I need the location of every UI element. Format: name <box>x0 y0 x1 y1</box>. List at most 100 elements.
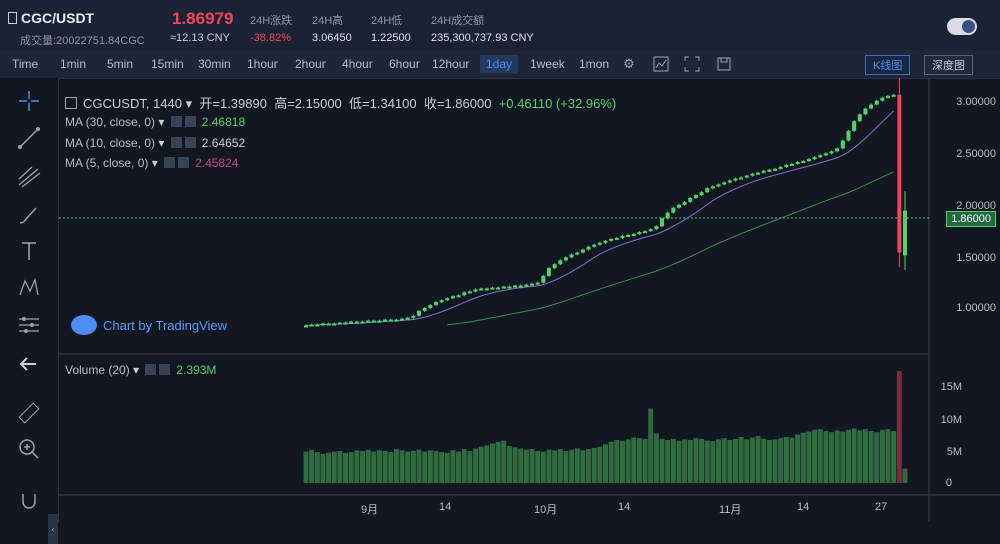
depth-button[interactable]: 深度图 <box>924 55 973 75</box>
interval-1hour[interactable]: 1hour <box>247 57 278 71</box>
volume-bar <box>653 433 659 483</box>
volume-bar <box>467 450 473 483</box>
volume-settings-icon[interactable] <box>145 364 157 375</box>
interval-15min[interactable]: 15min <box>151 57 184 71</box>
trendline-icon[interactable] <box>16 125 42 151</box>
volume-bar <box>862 429 868 483</box>
ma5-legend[interactable]: MA (5, close, 0) ▾ 2.45824 <box>65 156 238 170</box>
interval-1min[interactable]: 1min <box>60 57 86 71</box>
volume-bar <box>857 430 863 483</box>
volume-bar <box>376 450 382 483</box>
volume-bar <box>489 443 495 483</box>
candle-body <box>563 257 568 261</box>
volume-bar <box>388 452 394 483</box>
candle-body <box>433 302 438 306</box>
chart-area[interactable]: CGCUSDT, 1440 ▾ 开=1.39890 高=2.15000 低=1.… <box>59 78 1000 522</box>
save-icon[interactable] <box>716 56 732 72</box>
volume-bar <box>597 446 603 483</box>
volume-bar <box>461 449 467 483</box>
ma10-value: 2.64652 <box>201 136 246 150</box>
volume-bar <box>648 408 654 483</box>
interval-12hour[interactable]: 12hour <box>432 57 469 71</box>
interval-2hour[interactable]: 2hour <box>295 57 326 71</box>
interval-6hour[interactable]: 6hour <box>389 57 420 71</box>
interval-time[interactable]: Time <box>12 57 38 71</box>
candle-body <box>383 319 388 322</box>
back-arrow-icon[interactable] <box>16 351 42 377</box>
ma30-settings-icon[interactable] <box>170 116 182 127</box>
candle-body <box>710 186 715 189</box>
interval-1mon[interactable]: 1mon <box>579 57 609 71</box>
fullscreen-icon[interactable] <box>684 56 700 72</box>
volume-bar <box>896 371 902 483</box>
candle-body <box>852 121 857 131</box>
ma5-label: MA (5, close, 0) <box>65 156 149 170</box>
volume-legend[interactable]: Volume (20) ▾ 2.393M <box>65 363 216 377</box>
interval-1week[interactable]: 1week <box>530 57 565 71</box>
volume-bar <box>569 449 575 483</box>
interval-30min[interactable]: 30min <box>198 57 231 71</box>
symbol-label[interactable]: CGCUSDT <box>83 96 146 111</box>
ma30-remove-icon[interactable] <box>184 116 196 127</box>
ma10-settings-icon[interactable] <box>170 137 182 148</box>
candle-body <box>456 295 461 298</box>
candle-body <box>422 307 427 311</box>
volume-bar <box>840 431 846 483</box>
ruler-icon[interactable] <box>16 400 42 426</box>
tradingview-logo-icon <box>71 315 97 335</box>
interval-5min[interactable]: 5min <box>107 57 133 71</box>
candle-body <box>315 324 320 327</box>
pair-title[interactable]: CGC/USDT <box>8 10 94 26</box>
collapse-toolbar-button[interactable]: ‹ <box>48 514 58 544</box>
pattern-icon[interactable] <box>16 275 42 301</box>
candle-body <box>603 240 608 243</box>
ma30-path <box>447 171 894 326</box>
candle-body <box>880 97 885 101</box>
candle-body <box>654 226 659 230</box>
ma10-legend[interactable]: MA (10, close, 0) ▾ 2.64652 <box>65 136 245 150</box>
candle-body <box>445 298 450 301</box>
candle-body <box>818 155 823 158</box>
ma5-remove-icon[interactable] <box>178 157 190 168</box>
text-icon[interactable] <box>16 238 42 264</box>
pitchfork-icon[interactable] <box>16 163 42 189</box>
candle-body <box>744 175 749 178</box>
stat-label-turnover: 24H成交额 <box>431 15 485 27</box>
candle-body <box>835 148 840 152</box>
collapse-icon[interactable] <box>65 97 77 109</box>
candle-body <box>609 238 614 241</box>
candle-body <box>586 246 591 250</box>
candle-body <box>676 204 681 208</box>
volume-bar <box>574 448 580 483</box>
candle-body <box>501 286 506 289</box>
ma10-remove-icon[interactable] <box>184 137 196 148</box>
volume-bar <box>484 445 490 483</box>
close-value: 收=1.86000 <box>423 96 492 111</box>
indicator-icon[interactable] <box>653 56 669 72</box>
interval-1day[interactable]: 1day <box>480 55 519 73</box>
fib-icon[interactable] <box>16 312 42 338</box>
theme-toggle[interactable] <box>947 18 977 35</box>
candle-body <box>484 288 489 291</box>
tradingview-watermark[interactable]: Chart by TradingView <box>71 315 227 335</box>
volume-bar <box>495 441 501 483</box>
ma30-legend[interactable]: MA (30, close, 0) ▾ 2.46818 <box>65 115 245 129</box>
magnet-icon[interactable] <box>16 488 42 514</box>
ma5-settings-icon[interactable] <box>164 157 176 168</box>
resolution-label[interactable]: 1440 <box>153 96 182 111</box>
crosshair-icon[interactable] <box>16 88 42 114</box>
settings-icon[interactable]: ⚙ <box>621 56 637 72</box>
brush-icon[interactable] <box>16 201 42 227</box>
candle-body <box>535 282 540 285</box>
kline-button[interactable]: K线图 <box>865 55 911 75</box>
candle-body <box>366 320 371 323</box>
candles <box>304 78 907 328</box>
volume-remove-icon[interactable] <box>159 364 171 375</box>
candle-body <box>530 283 535 286</box>
candle-body <box>354 321 359 324</box>
interval-4hour[interactable]: 4hour <box>342 57 373 71</box>
candle-body <box>513 285 518 288</box>
zoom-in-icon[interactable] <box>16 436 42 462</box>
date-tick: 14 <box>618 501 631 513</box>
volume-bar <box>456 451 462 483</box>
